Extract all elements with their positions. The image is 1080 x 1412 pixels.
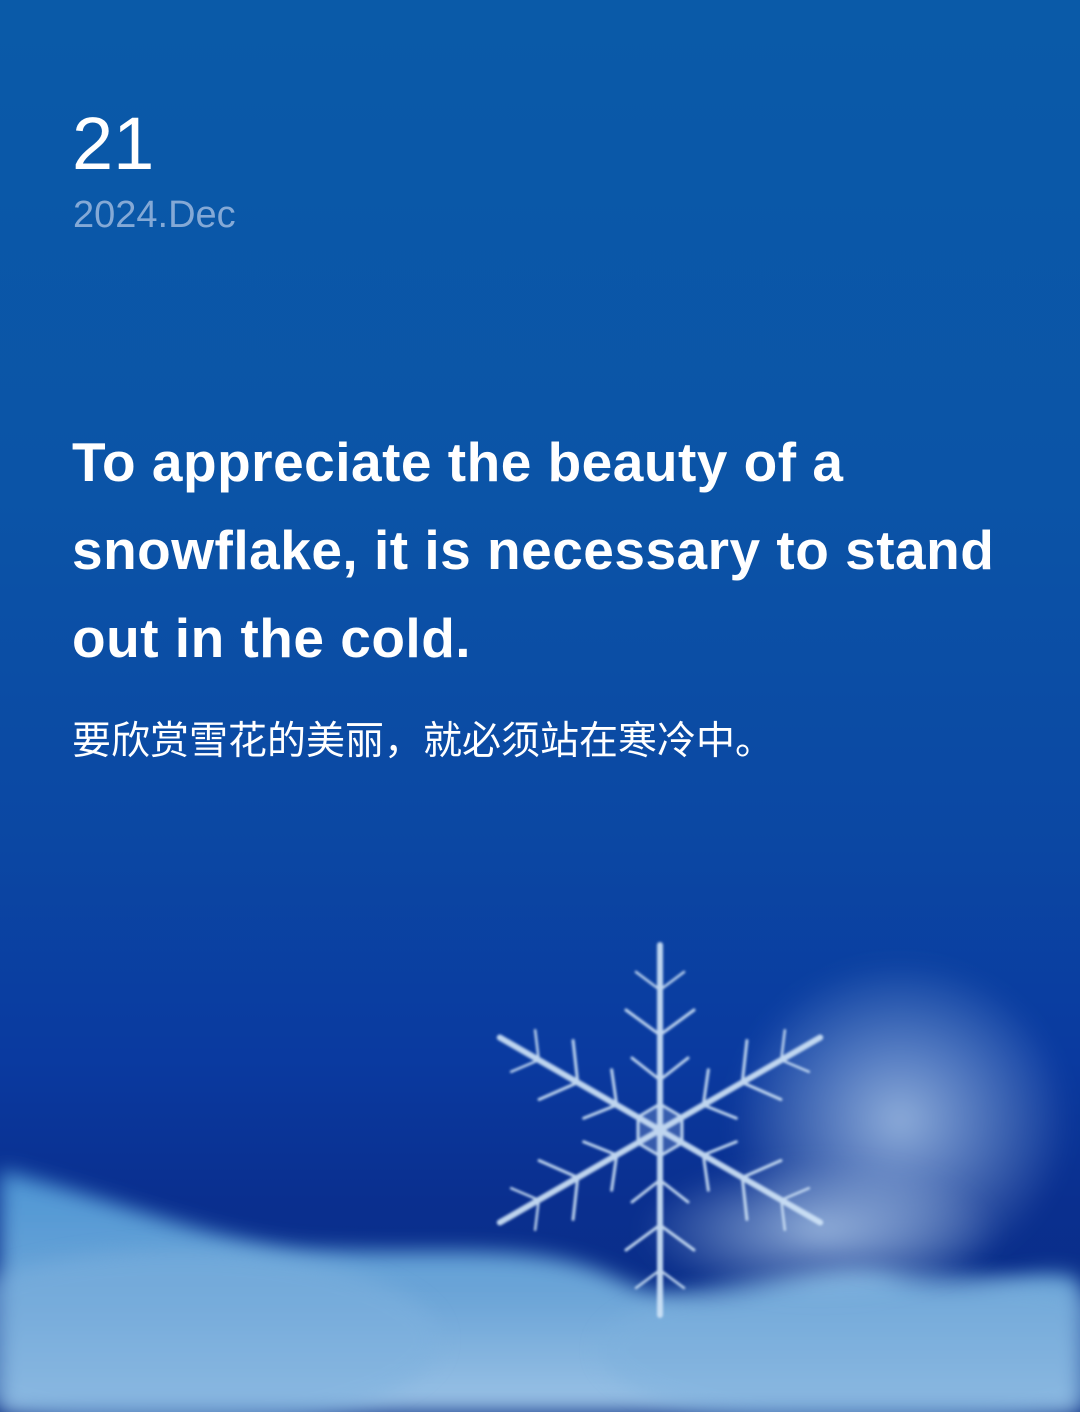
- quote-chinese: 要欣赏雪花的美丽，就必须站在寒冷中。: [72, 719, 775, 764]
- quote-english: To appreciate the beauty of a snowflake,…: [72, 431, 995, 669]
- date-day: 21: [72, 102, 155, 185]
- quote-card: 21 2024.Dec To appreciate the beauty of …: [0, 0, 1080, 1412]
- date-month: 2024.Dec: [73, 194, 236, 236]
- snowflake-glow: [640, 960, 1070, 1300]
